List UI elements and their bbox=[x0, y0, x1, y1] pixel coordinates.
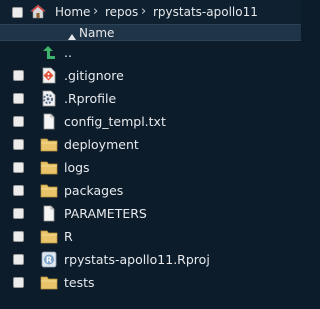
breadcrumb-separator: › bbox=[93, 4, 99, 19]
row-checkbox[interactable] bbox=[13, 93, 24, 104]
parent-dir-icon[interactable] bbox=[40, 44, 58, 61]
home-icon[interactable] bbox=[30, 4, 46, 19]
list-item[interactable]: deployment bbox=[0, 133, 301, 156]
list-item-parent[interactable]: .. bbox=[0, 41, 301, 64]
file-name[interactable]: logs bbox=[64, 160, 90, 175]
file-name[interactable]: .Rprofile bbox=[64, 91, 116, 106]
breadcrumb-home-link[interactable]: Home bbox=[55, 5, 90, 19]
name-column-header[interactable]: Name bbox=[79, 26, 114, 40]
file-name[interactable]: config_templ.txt bbox=[64, 114, 166, 129]
row-checkbox[interactable] bbox=[13, 277, 24, 288]
file-name[interactable]: tests bbox=[64, 275, 95, 290]
row-checkbox[interactable] bbox=[13, 116, 24, 127]
row-checkbox[interactable] bbox=[13, 254, 24, 265]
list-item[interactable]: .gitignore bbox=[0, 64, 301, 87]
text-file-icon bbox=[40, 113, 58, 130]
row-checkbox[interactable] bbox=[13, 208, 24, 219]
file-list: .. .gitignore .Rprofile config_templ.txt… bbox=[0, 41, 301, 294]
folder-icon bbox=[40, 228, 58, 245]
breadcrumb-item-repos[interactable]: repos bbox=[105, 5, 138, 19]
row-checkbox[interactable] bbox=[13, 231, 24, 242]
row-checkbox[interactable] bbox=[13, 139, 24, 150]
r-profile-file-icon bbox=[40, 90, 58, 107]
row-checkbox[interactable] bbox=[13, 70, 24, 81]
column-header: Name bbox=[0, 24, 301, 41]
svg-text:R: R bbox=[46, 256, 52, 265]
folder-icon bbox=[40, 182, 58, 199]
folder-icon bbox=[40, 136, 58, 153]
list-item[interactable]: config_templ.txt bbox=[0, 110, 301, 133]
list-item[interactable]: PARAMETERS bbox=[0, 202, 301, 225]
gitignore-file-icon bbox=[40, 67, 58, 84]
rproj-file-icon: R bbox=[40, 251, 58, 268]
list-item[interactable]: tests bbox=[0, 271, 301, 294]
list-item[interactable]: logs bbox=[0, 156, 301, 179]
list-item[interactable]: .Rprofile bbox=[0, 87, 301, 110]
file-name[interactable]: .gitignore bbox=[64, 68, 124, 83]
file-name[interactable]: R bbox=[64, 229, 73, 244]
file-name[interactable]: deployment bbox=[64, 137, 139, 152]
file-name[interactable]: .. bbox=[64, 45, 72, 60]
file-name[interactable]: packages bbox=[64, 183, 123, 198]
folder-icon bbox=[40, 274, 58, 291]
row-checkbox[interactable] bbox=[13, 162, 24, 173]
list-item[interactable]: packages bbox=[0, 179, 301, 202]
breadcrumb: Home › repos › rpystats-apollo11 bbox=[0, 0, 301, 24]
file-name[interactable]: rpystats-apollo11.Rproj bbox=[64, 252, 210, 267]
select-all-checkbox[interactable] bbox=[12, 7, 23, 18]
text-file-icon bbox=[40, 205, 58, 222]
row-checkbox[interactable] bbox=[13, 185, 24, 196]
folder-icon bbox=[40, 159, 58, 176]
list-item[interactable]: R rpystats-apollo11.Rproj bbox=[0, 248, 301, 271]
file-name[interactable]: PARAMETERS bbox=[64, 206, 147, 221]
breadcrumb-item-current: rpystats-apollo11 bbox=[153, 5, 258, 19]
list-item[interactable]: R bbox=[0, 225, 301, 248]
breadcrumb-separator: › bbox=[141, 4, 147, 19]
